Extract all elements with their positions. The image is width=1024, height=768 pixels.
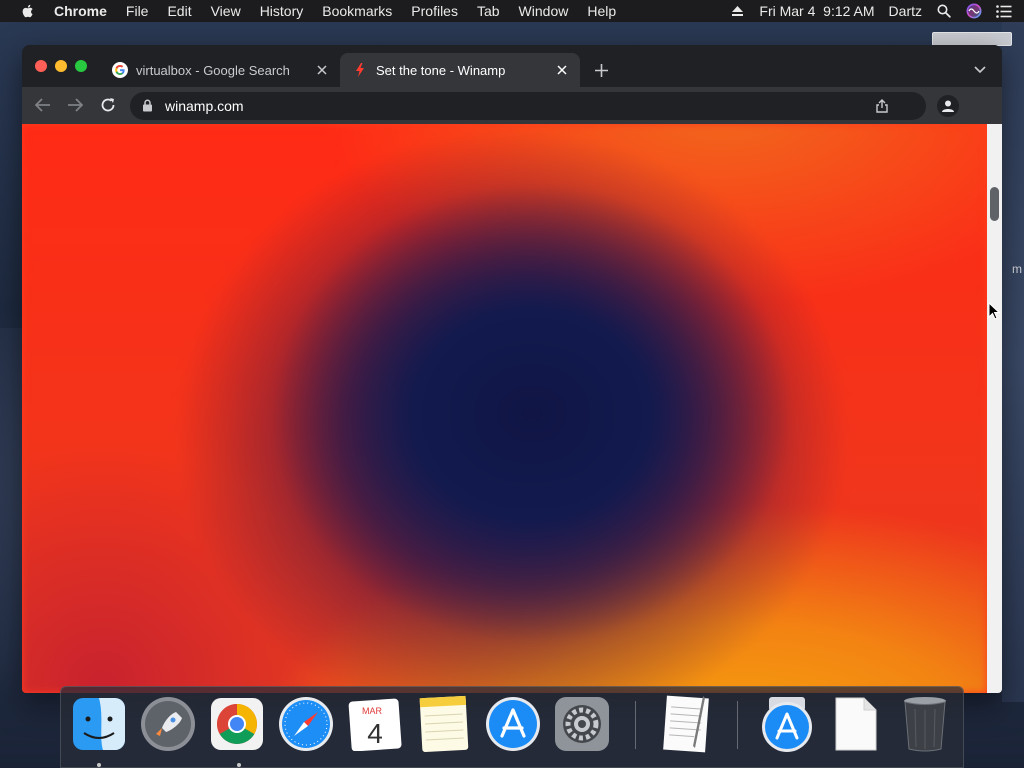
launchpad-icon xyxy=(141,697,195,751)
winamp-icon xyxy=(352,62,368,78)
dock-launchpad[interactable] xyxy=(140,695,196,753)
mouse-cursor-icon xyxy=(988,302,1000,320)
menu-bar-status-area: Fri Mar 4 9:12 AM Dartz xyxy=(729,0,1012,22)
back-arrow-icon[interactable] xyxy=(34,96,52,114)
dock-document[interactable] xyxy=(828,695,884,753)
dock-chrome[interactable] xyxy=(209,695,265,753)
spotlight-search-icon[interactable] xyxy=(936,3,952,19)
web-page-viewport[interactable] xyxy=(22,124,987,693)
tab-title: virtualbox - Google Search xyxy=(136,62,290,78)
calendar-month: MAR xyxy=(362,706,383,716)
menu-window[interactable]: Window xyxy=(519,3,569,19)
tab-winamp[interactable]: Set the tone - Winamp xyxy=(340,53,580,87)
tab-strip: virtualbox - Google Search Set the tone … xyxy=(22,45,1002,87)
scrollbar-thumb[interactable] xyxy=(990,187,999,221)
apple-menu-icon[interactable] xyxy=(20,3,36,19)
desktop-wallpaper-edge xyxy=(1002,22,1024,702)
notification-center-icon[interactable] xyxy=(996,3,1012,19)
menu-edit[interactable]: Edit xyxy=(167,3,191,19)
siri-icon[interactable] xyxy=(966,3,982,19)
tab-google-search[interactable]: virtualbox - Google Search xyxy=(100,53,340,87)
menu-tab[interactable]: Tab xyxy=(477,3,500,19)
reload-icon[interactable] xyxy=(99,96,117,114)
running-indicator xyxy=(237,763,241,767)
menu-bar: Chrome File Edit View History Bookmarks … xyxy=(0,0,1024,22)
menu-help[interactable]: Help xyxy=(587,3,616,19)
new-tab-plus-icon[interactable] xyxy=(592,61,610,79)
calendar-day: 4 xyxy=(367,718,383,749)
notes-icon xyxy=(419,695,469,753)
dock-separator xyxy=(635,701,636,749)
menu-history[interactable]: History xyxy=(260,3,304,19)
menu-view[interactable]: View xyxy=(211,3,241,19)
menu-bookmarks[interactable]: Bookmarks xyxy=(322,3,392,19)
winamp-hero-gradient xyxy=(22,124,987,693)
app-store-icon xyxy=(486,697,540,751)
eject-icon[interactable] xyxy=(729,3,745,19)
dock-trash[interactable] xyxy=(897,695,953,753)
dock-separator xyxy=(737,701,738,749)
window-close-button[interactable] xyxy=(35,60,47,72)
safari-icon xyxy=(279,697,333,751)
dock-system-preferences[interactable] xyxy=(554,695,610,753)
dock-calendar[interactable]: MAR 4 xyxy=(347,695,403,753)
profile-avatar-icon[interactable] xyxy=(937,95,959,117)
finder-icon xyxy=(73,698,125,750)
window-minimize-button[interactable] xyxy=(55,60,67,72)
dock-finder[interactable] xyxy=(71,695,127,753)
calendar-icon: MAR 4 xyxy=(348,698,402,751)
menu-bar-user[interactable]: Dartz xyxy=(889,3,922,19)
dock-app-store[interactable] xyxy=(485,695,541,753)
trash-icon xyxy=(904,697,946,752)
window-zoom-button[interactable] xyxy=(75,60,87,72)
chrome-window: virtualbox - Google Search Set the tone … xyxy=(22,45,1002,693)
share-icon[interactable] xyxy=(876,99,890,113)
desktop-file-thumbnail[interactable] xyxy=(932,32,1012,46)
tab-close-icon[interactable] xyxy=(554,62,570,78)
menu-file[interactable]: File xyxy=(126,3,149,19)
desktop-file-label[interactable]: m xyxy=(1012,262,1022,276)
menu-bar-clock[interactable]: Fri Mar 4 9:12 AM xyxy=(759,3,874,19)
dock-textedit[interactable] xyxy=(658,695,714,753)
document-icon xyxy=(835,697,877,751)
google-icon xyxy=(112,62,128,78)
dock-app-store-downloads[interactable] xyxy=(759,695,815,753)
chrome-icon xyxy=(211,698,263,750)
dock: MAR 4 xyxy=(60,686,964,768)
app-store-stack-icon xyxy=(762,697,812,752)
tab-close-icon[interactable] xyxy=(314,62,330,78)
address-bar[interactable]: winamp.com xyxy=(130,92,926,120)
browser-toolbar: winamp.com xyxy=(22,87,1002,124)
lock-icon[interactable] xyxy=(142,99,156,113)
tab-title: Set the tone - Winamp xyxy=(376,62,506,78)
menu-app-name[interactable]: Chrome xyxy=(54,3,107,19)
forward-arrow-icon[interactable] xyxy=(66,96,84,114)
menu-profiles[interactable]: Profiles xyxy=(411,3,458,19)
system-preferences-icon xyxy=(555,697,609,751)
dock-safari[interactable] xyxy=(278,695,334,753)
textedit-icon xyxy=(663,695,709,753)
page-scrollbar[interactable] xyxy=(987,124,1002,693)
tab-search-chevron-icon[interactable] xyxy=(972,62,988,78)
url-text: winamp.com xyxy=(165,98,244,114)
running-indicator xyxy=(97,763,101,767)
dock-notes[interactable] xyxy=(416,695,472,753)
